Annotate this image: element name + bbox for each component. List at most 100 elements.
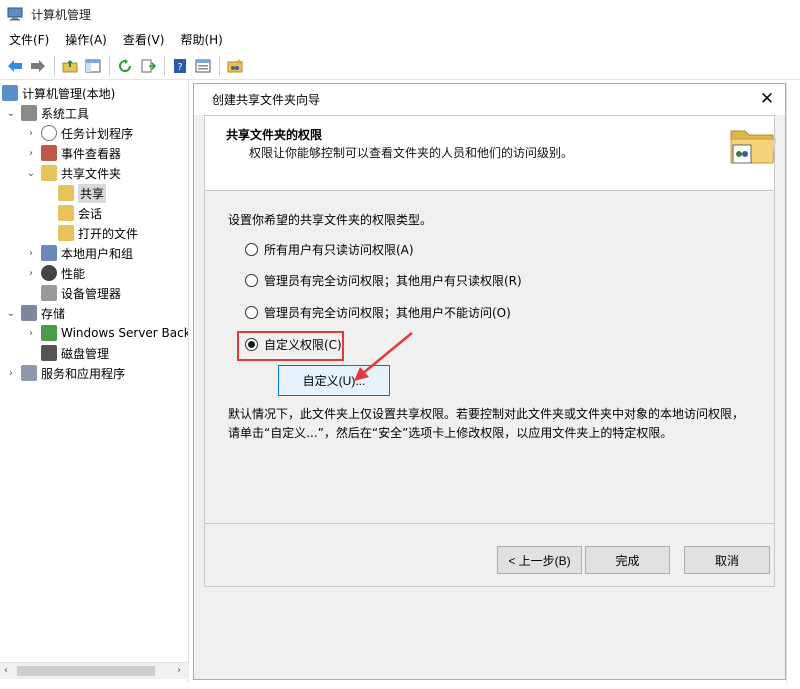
tree-item-label: 性能 — [61, 266, 86, 281]
svg-text:?: ? — [177, 62, 182, 73]
radio-button[interactable] — [245, 243, 258, 256]
shares-icon — [58, 185, 74, 201]
radio-label: 所有用户有只读访问权限(A) — [264, 243, 414, 257]
tree-item-label: Windows Server Back — [61, 326, 189, 340]
create-shared-folder-wizard: 创建共享文件夹向导 ✕ 共享文件夹的权限 权限让你能够控制可以查看文件夹的人员和… — [193, 83, 786, 680]
computer-management-icon — [7, 7, 23, 21]
export-list-icon[interactable] — [137, 55, 159, 77]
dialog-title: 创建共享文件夹向导 — [212, 93, 321, 107]
tree-item-open-files[interactable]: 打开的文件 — [58, 223, 138, 243]
toolbar-separator — [109, 55, 110, 76]
tree-item-storage[interactable]: ⌄ 存储 — [5, 303, 65, 323]
scroll-left-icon[interactable]: ‹ — [4, 665, 8, 676]
up-folder-icon[interactable] — [59, 55, 81, 77]
menu-view[interactable]: 查看(V) — [115, 28, 173, 52]
toolbar-separator — [54, 55, 55, 76]
local-users-icon — [41, 245, 57, 261]
default-permissions-note: 默认情况下，此文件夹上仅设置共享权限。若要控制对此文件夹或文件夹中对象的本地访问… — [228, 407, 745, 440]
refresh-icon[interactable] — [114, 55, 136, 77]
tree-item-shared-folders[interactable]: ⌄ 共享文件夹 — [25, 163, 121, 183]
radio-button[interactable] — [245, 338, 258, 351]
menu-file[interactable]: 文件(F) — [0, 28, 57, 52]
windows-server-backup-icon — [41, 325, 57, 341]
tree-item-label: 打开的文件 — [78, 226, 139, 241]
header-subtitle: 权限让你能够控制可以查看文件夹的人员和他们的访问级别。 — [249, 146, 574, 160]
toolbar-separator — [219, 55, 220, 76]
tree-item-task-scheduler[interactable]: › 任务计划程序 — [25, 123, 133, 143]
wizard-body: 设置你希望的共享文件夹的权限类型。 所有用户有只读访问权限(A) 管理员有完全访… — [204, 191, 775, 523]
share-folder-icon[interactable] — [224, 55, 246, 77]
tree-item-system-tools[interactable]: ⌄ 系统工具 — [5, 103, 89, 123]
back-arrow-icon[interactable] — [4, 55, 26, 77]
chevron-right-icon[interactable]: › — [25, 267, 37, 279]
tree-item-services-apps[interactable]: › 服务和应用程序 — [5, 363, 125, 383]
radio-button[interactable] — [245, 274, 258, 287]
tree-item-label: 磁盘管理 — [61, 346, 110, 361]
wizard-header: 共享文件夹的权限 权限让你能够控制可以查看文件夹的人员和他们的访问级别。 — [204, 115, 777, 191]
sessions-icon — [58, 205, 74, 221]
tree-item-label: 本地用户和组 — [61, 246, 134, 261]
navigation-tree: 计算机管理(本地) ⌄ 系统工具 › 任务计划程序 › 事件查看器 ⌄ 共享文件… — [0, 82, 189, 682]
scroll-right-icon[interactable]: › — [177, 665, 181, 676]
tree-item-local-users[interactable]: › 本地用户和组 — [25, 243, 133, 263]
toolbar-separator — [164, 55, 165, 76]
tree-item-performance[interactable]: › 性能 — [25, 263, 85, 283]
chevron-down-icon[interactable]: ⌄ — [25, 167, 37, 179]
chevron-right-icon[interactable]: › — [5, 367, 17, 379]
tree-item-label: 系统工具 — [41, 106, 90, 121]
computer-management-icon — [2, 85, 18, 101]
scrollbar-thumb[interactable] — [17, 666, 155, 676]
tree-item-event-viewer[interactable]: › 事件查看器 — [25, 143, 121, 163]
chevron-right-icon[interactable]: › — [25, 327, 37, 339]
tree-item-label: 设备管理器 — [61, 286, 122, 301]
radio-read-only-all[interactable]: 所有用户有只读访问权限(A) — [245, 241, 414, 258]
close-icon[interactable]: ✕ — [758, 90, 776, 108]
radio-admin-full-others-none[interactable]: 管理员有完全访问权限；其他用户不能访问(O) — [245, 304, 511, 321]
tree-item-label: 计算机管理(本地) — [22, 86, 116, 101]
radio-custom-permissions[interactable]: 自定义权限(C) — [245, 336, 342, 353]
chevron-right-icon[interactable]: › — [25, 247, 37, 259]
window-title: 计算机管理 — [31, 7, 92, 22]
performance-icon — [41, 265, 57, 281]
tree-item-label: 会话 — [78, 206, 103, 221]
tree-item-disk-management[interactable]: 磁盘管理 — [41, 343, 109, 363]
toolbar: ? — [0, 52, 800, 80]
device-manager-icon — [41, 285, 57, 301]
menu-bar: 文件(F) 操作(A) 查看(V) 帮助(H) — [0, 28, 800, 52]
tree-item-computer-management[interactable]: 计算机管理(本地) — [2, 83, 115, 103]
open-files-icon — [58, 225, 74, 241]
chevron-right-icon[interactable]: › — [25, 147, 37, 159]
chevron-down-icon[interactable]: ⌄ — [5, 107, 17, 119]
event-viewer-icon — [41, 145, 57, 161]
permission-prompt: 设置你希望的共享文件夹的权限类型。 — [228, 213, 433, 227]
title-bar: 计算机管理 — [0, 0, 800, 28]
tree-item-device-manager[interactable]: 设备管理器 — [41, 283, 121, 303]
cancel-button[interactable]: 取消 — [684, 546, 770, 574]
finish-button[interactable]: 完成 — [585, 546, 670, 574]
chevron-down-icon[interactable]: ⌄ — [5, 307, 17, 319]
radio-button[interactable] — [245, 306, 258, 319]
system-tools-icon — [21, 105, 37, 121]
menu-help[interactable]: 帮助(H) — [172, 28, 230, 52]
tree-item-sessions[interactable]: 会话 — [58, 203, 102, 223]
tree-item-shares[interactable]: 共享 — [58, 183, 107, 203]
help-icon[interactable]: ? — [169, 55, 191, 77]
tree-item-label: 共享文件夹 — [61, 166, 122, 181]
forward-arrow-icon[interactable] — [27, 55, 49, 77]
tree-item-label: 共享 — [78, 183, 107, 203]
shared-folder-icon — [729, 123, 777, 167]
properties-icon[interactable] — [192, 55, 214, 77]
tree-item-label: 存储 — [41, 306, 66, 321]
radio-label: 自定义权限(C) — [264, 338, 342, 352]
disk-management-icon — [41, 345, 57, 361]
back-button[interactable]: < 上一步(B) — [497, 546, 582, 574]
chevron-right-icon[interactable]: › — [25, 127, 37, 139]
radio-label: 管理员有完全访问权限；其他用户有只读权限(R) — [264, 274, 522, 288]
background-panel — [786, 82, 800, 682]
menu-action[interactable]: 操作(A) — [57, 28, 115, 52]
tree-item-windows-server-backup[interactable]: › Windows Server Back — [25, 323, 189, 343]
tree-item-label: 任务计划程序 — [61, 126, 134, 141]
tree-horizontal-scrollbar[interactable]: ‹ › — [0, 662, 189, 679]
show-hide-tree-icon[interactable] — [82, 55, 104, 77]
radio-admin-full-others-read[interactable]: 管理员有完全访问权限；其他用户有只读权限(R) — [245, 272, 522, 289]
